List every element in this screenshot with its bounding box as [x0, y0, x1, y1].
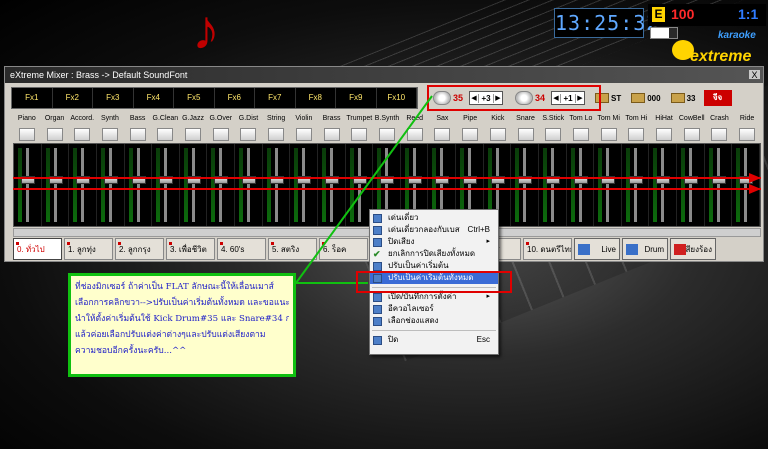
menu-item-label: เด่นเดี่ยวกลองกับเบส	[388, 225, 460, 234]
drum-bass-icon	[373, 226, 382, 235]
menu-item-label: ยกเลิกการปิดเสียงทั้งหมด	[388, 249, 476, 258]
menu-item-solo[interactable]: เด่นเดี่ยว	[370, 212, 498, 224]
menu-item-close[interactable]: ปิด Esc	[370, 334, 498, 346]
menu-item-equalizer[interactable]: อีควอไลเซอร์	[370, 303, 498, 315]
menu-item-label: เลือกช่องแสดง	[388, 316, 439, 325]
equalizer-icon	[373, 305, 382, 314]
menu-item-unmute-all[interactable]: ✔ ยกเลิกการปิดเสียงทั้งหมด	[370, 248, 498, 260]
callout-line: แล้วค่อยเลือกปรับแต่งค่าต่างๆและปรับแต่ง…	[75, 330, 266, 340]
solo-icon	[373, 214, 382, 223]
menu-item-mute[interactable]: ปิดเสียง ▸	[370, 236, 498, 248]
menu-separator	[372, 330, 496, 331]
menu-item-label: เด่นเดี่ยว	[388, 213, 419, 222]
callout-line: เลือกการคลิกขวา-->ปรับเป็นค่าเริ่มต้นทั้…	[75, 298, 289, 308]
menu-item-select-channels[interactable]: เลือกช่องแสดง	[370, 315, 498, 327]
mute-icon	[373, 238, 382, 247]
check-icon: ✔	[373, 249, 381, 259]
menu-item-shortcut: Ctrl+B	[467, 225, 490, 234]
menu-item-label: ปิด	[388, 335, 399, 344]
close-icon	[373, 336, 382, 345]
menu-item-label: ปิดเสียง	[388, 237, 415, 246]
channels-icon	[373, 317, 382, 326]
annotation-callout: ที่ช่องมิกเซอร์ ถ้าค่าเป็น FLAT ลักษณะนี…	[68, 273, 296, 377]
callout-line: ความชอบอีกครั้งนะครับ...^^	[75, 346, 187, 356]
menu-item-solo-drum-bass[interactable]: เด่นเดี่ยวกลองกับเบส Ctrl+B	[370, 224, 498, 236]
folder-icon	[373, 293, 382, 302]
reset-icon	[373, 262, 382, 271]
menu-item-shortcut: Esc	[476, 335, 490, 344]
callout-line: ที่ช่องมิกเซอร์ ถ้าค่าเป็น FLAT ลักษณะนี…	[75, 282, 274, 292]
menu-highlight-box	[356, 271, 512, 293]
callout-line: นำให้ตั้งค่าเริ่มต้นใช้ Kick Drum#35 และ…	[75, 314, 289, 324]
submenu-arrow-icon: ▸	[486, 238, 490, 245]
menu-item-label: อีควอไลเซอร์	[388, 304, 434, 313]
